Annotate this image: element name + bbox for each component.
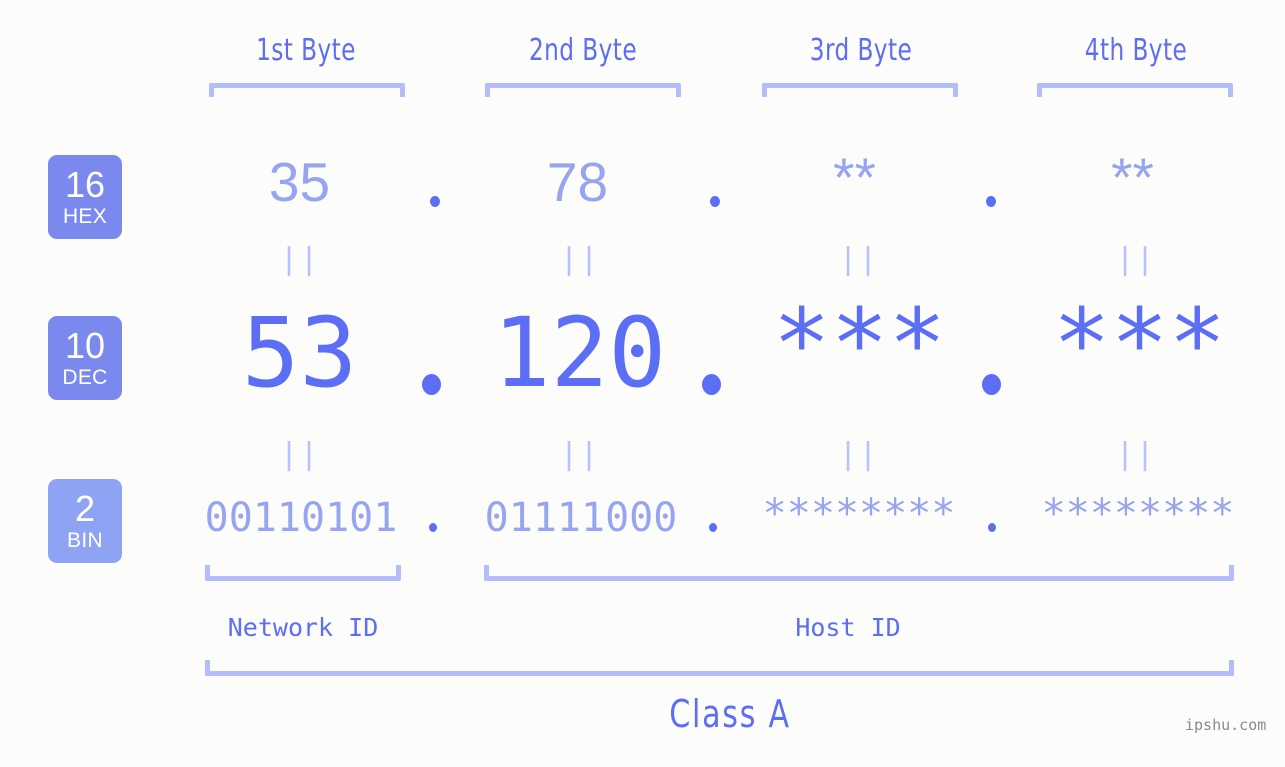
hex-value-byte-1: 35	[268, 151, 331, 213]
byte-header-label-3: 3rd Byte	[809, 33, 913, 68]
hex-value-byte-2: 78	[546, 151, 609, 213]
bin-value-byte-4: ********	[1041, 491, 1235, 537]
base-badge-bin-number: 2	[74, 488, 96, 529]
dec-separator-dot-3	[982, 374, 1001, 395]
equality-mark-hex-dec-1: ||	[279, 242, 321, 277]
bin-separator-dot-2	[709, 523, 717, 532]
hex-separator-dot-1	[430, 196, 440, 207]
base-badge-hex-number: 16	[64, 164, 106, 205]
base-badge-bin: 2 BIN	[48, 479, 122, 563]
equality-mark-hex-dec-3: ||	[838, 242, 880, 277]
base-badge-dec: 10 DEC	[48, 316, 122, 400]
hex-value-byte-4: **	[1111, 146, 1154, 208]
bin-value-byte-2: 01111000	[484, 495, 678, 541]
class-label: Class A	[669, 692, 791, 736]
dec-value-byte-2: 120	[492, 297, 667, 409]
byte-bracket-top-3	[762, 83, 958, 97]
byte-bracket-top-1	[209, 83, 405, 97]
equality-mark-dec-bin-1: ||	[279, 437, 321, 472]
equality-mark-hex-dec-2: ||	[559, 242, 601, 277]
dec-separator-dot-1	[422, 374, 441, 395]
network-id-label: Network ID	[227, 613, 379, 642]
bin-separator-dot-1	[429, 523, 437, 532]
hex-value-byte-3: **	[833, 146, 876, 208]
byte-bracket-top-2	[485, 83, 681, 97]
equality-mark-dec-bin-2: ||	[559, 437, 601, 472]
base-badge-hex: 16 HEX	[48, 155, 122, 239]
bin-value-byte-3: ********	[762, 491, 956, 537]
hex-separator-dot-2	[710, 196, 720, 207]
base-badge-hex-abbr: HEX	[62, 205, 108, 228]
byte-header-label-4: 4th Byte	[1084, 33, 1188, 68]
host-id-bracket	[484, 565, 1234, 581]
bin-separator-dot-3	[988, 523, 996, 532]
bin-value-byte-1: 00110101	[204, 495, 398, 541]
host-id-label: Host ID	[795, 613, 901, 642]
watermark: ipshu.com	[1185, 716, 1267, 734]
network-id-bracket	[205, 565, 401, 581]
dec-value-byte-4: ***	[1052, 288, 1227, 400]
dec-separator-dot-2	[702, 374, 721, 395]
dec-value-byte-1: 53	[241, 297, 358, 409]
byte-header-label-1: 1st Byte	[256, 33, 356, 68]
equality-mark-hex-dec-4: ||	[1115, 242, 1157, 277]
byte-bracket-top-4	[1037, 83, 1233, 97]
ip-address-breakdown-diagram: 1st Byte 2nd Byte 3rd Byte 4th Byte 16 H…	[0, 0, 1285, 767]
byte-header-label-2: 2nd Byte	[528, 33, 638, 68]
hex-separator-dot-3	[986, 196, 996, 207]
equality-mark-dec-bin-3: ||	[838, 437, 880, 472]
equality-mark-dec-bin-4: ||	[1115, 437, 1157, 472]
class-bracket	[205, 660, 1234, 676]
base-badge-dec-number: 10	[64, 325, 106, 366]
dec-value-byte-3: ***	[772, 288, 947, 400]
base-badge-dec-abbr: DEC	[62, 366, 108, 389]
base-badge-bin-abbr: BIN	[67, 529, 103, 552]
